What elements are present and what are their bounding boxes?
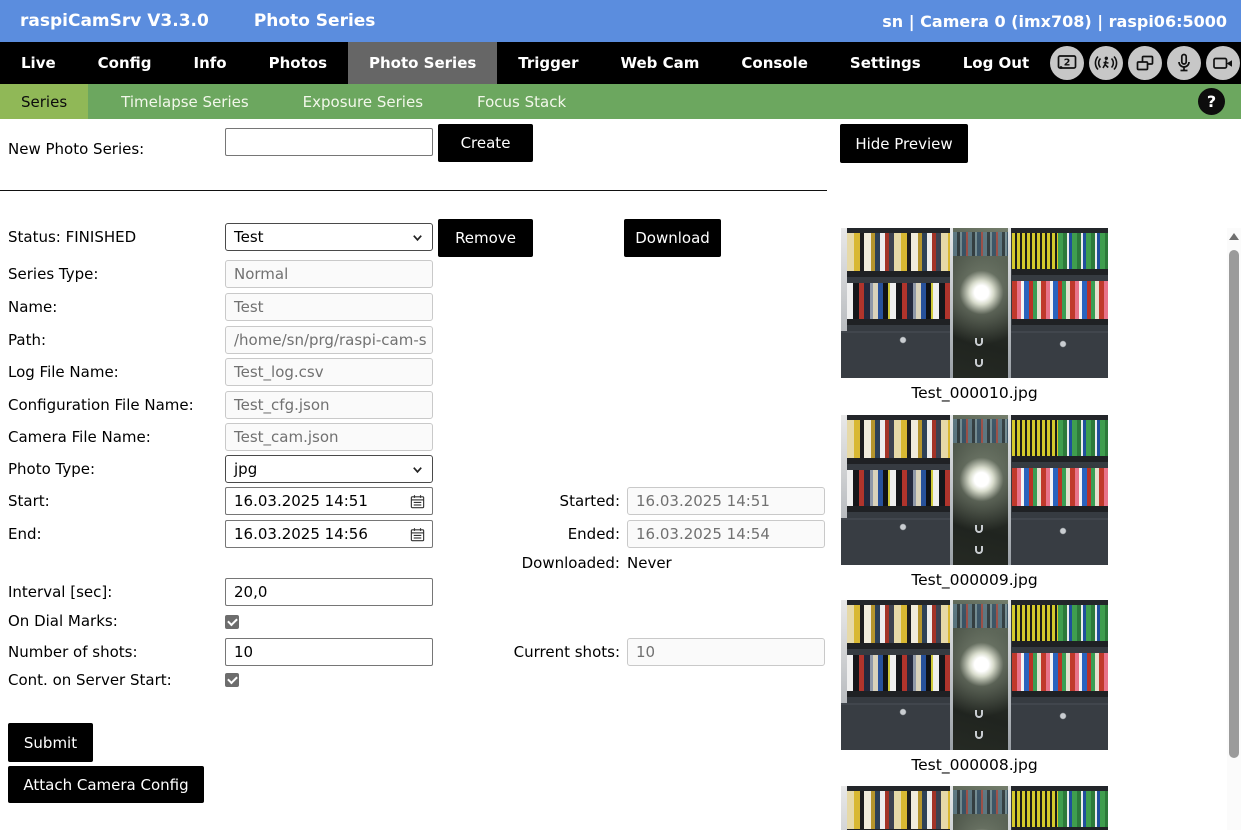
download-button[interactable]: Download (624, 219, 721, 257)
photo-caption: Test_000010.jpg (841, 384, 1108, 404)
ended-label: Ended: (440, 520, 620, 548)
subnav-item-exposure-series[interactable]: Exposure Series (282, 84, 444, 119)
nav-item-settings[interactable]: Settings (829, 42, 942, 84)
start-label: Start: (8, 487, 50, 515)
submit-button[interactable]: Submit (8, 723, 93, 762)
end-datetime-input[interactable]: 16.03.2025 14:56 (225, 520, 433, 548)
end-label: End: (8, 520, 42, 548)
chevron-down-icon (411, 463, 424, 476)
remove-button[interactable]: Remove (438, 219, 533, 257)
app-header: raspiCamSrv V3.3.0 Photo Series sn | Cam… (0, 0, 1241, 42)
preview-photo (841, 415, 1108, 565)
nav-item-photo-series[interactable]: Photo Series (348, 42, 497, 84)
number-of-shots-label: Number of shots: (8, 638, 138, 666)
session-info: sn | Camera 0 (imx708) | raspi06:5000 (882, 12, 1227, 31)
config-file-value: Test_cfg.json (225, 391, 433, 419)
downloaded-value: Never (627, 549, 672, 577)
microphone-icon[interactable] (1167, 46, 1201, 80)
path-value: /home/sn/prg/raspi-cam-s (225, 326, 433, 354)
end-datetime-value: 16.03.2025 14:56 (234, 525, 368, 543)
cont-on-server-start-label: Cont. on Server Start: (8, 666, 172, 694)
start-datetime-value: 16.03.2025 14:51 (234, 492, 368, 510)
log-file-label: Log File Name: (8, 358, 119, 386)
nav-item-photos[interactable]: Photos (248, 42, 348, 84)
calendar-icon[interactable] (409, 526, 426, 543)
divider (0, 190, 827, 191)
photo-type-label: Photo Type: (8, 455, 95, 483)
nav-item-info[interactable]: Info (173, 42, 248, 84)
preview-photo (841, 786, 1108, 830)
nav-item-console[interactable]: Console (720, 42, 829, 84)
camera-file-label: Camera File Name: (8, 423, 151, 451)
series-select-value: Test (234, 228, 264, 246)
downloaded-label: Downloaded: (440, 549, 620, 577)
name-label: Name: (8, 293, 57, 321)
nav-item-live[interactable]: Live (0, 42, 77, 84)
started-label: Started: (440, 487, 620, 515)
main-nav: Live Config Info Photos Photo Series Tri… (0, 42, 1241, 84)
series-select[interactable]: Test (225, 223, 433, 251)
app-title: raspiCamSrv V3.3.0 (20, 11, 209, 31)
nav-item-trigger[interactable]: Trigger (497, 42, 599, 84)
interval-input[interactable] (225, 578, 433, 606)
new-photo-series-label: New Photo Series: (8, 135, 144, 163)
log-file-value: Test_log.csv (225, 358, 433, 386)
name-value: Test (225, 293, 433, 321)
config-file-label: Configuration File Name: (8, 391, 194, 419)
series-subnav: Series Timelapse Series Exposure Series … (0, 84, 1241, 119)
help-button[interactable]: ? (1198, 88, 1225, 115)
preview-photo (841, 228, 1108, 378)
svg-text:2: 2 (1064, 58, 1071, 69)
subnav-item-focus-stack[interactable]: Focus Stack (456, 84, 587, 119)
motion-detection-icon[interactable] (1089, 46, 1123, 80)
camera-file-value: Test_cam.json (225, 423, 433, 451)
number-of-shots-input[interactable] (225, 638, 433, 666)
attach-camera-config-button[interactable]: Attach Camera Config (8, 766, 204, 803)
nav-icon-group: 2 (1050, 42, 1241, 84)
hide-preview-button[interactable]: Hide Preview (840, 124, 968, 163)
status-label: Status: FINISHED (8, 223, 136, 251)
on-dial-marks-label: On Dial Marks: (8, 607, 118, 635)
nav-item-config[interactable]: Config (77, 42, 173, 84)
interval-label: Interval [sec]: (8, 578, 112, 606)
photo-caption: Test_000009.jpg (841, 571, 1108, 591)
second-display-icon[interactable]: 2 (1050, 46, 1084, 80)
preview-photo (841, 600, 1108, 750)
path-label: Path: (8, 326, 46, 354)
current-shots-label: Current shots: (440, 638, 620, 666)
photo-caption: Test_000008.jpg (841, 756, 1108, 776)
scrollbar-up-arrow-icon[interactable] (1229, 233, 1239, 240)
calendar-icon[interactable] (409, 493, 426, 510)
cont-on-server-start-checkbox[interactable] (225, 673, 239, 687)
nav-item-log-out[interactable]: Log Out (942, 42, 1050, 84)
on-dial-marks-checkbox[interactable] (225, 615, 239, 629)
photo-series-content: New Photo Series: Create Hide Preview St… (0, 119, 1241, 830)
series-type-label: Series Type: (8, 260, 98, 288)
create-button[interactable]: Create (438, 124, 533, 162)
page-title: Photo Series (254, 11, 376, 31)
video-camera-icon[interactable] (1206, 46, 1240, 80)
scrollbar-thumb[interactable] (1229, 250, 1239, 758)
series-type-value: Normal (225, 260, 433, 288)
subnav-item-series[interactable]: Series (0, 84, 88, 119)
nav-item-web-cam[interactable]: Web Cam (599, 42, 720, 84)
started-value: 16.03.2025 14:51 (627, 487, 825, 515)
chevron-down-icon (411, 231, 424, 244)
preview-scrollbar[interactable] (1227, 228, 1241, 830)
new-photo-series-input[interactable] (225, 128, 433, 156)
photo-type-select[interactable]: jpg (225, 455, 433, 483)
photo-type-value: jpg (234, 460, 257, 478)
subnav-item-timelapse-series[interactable]: Timelapse Series (100, 84, 270, 119)
start-datetime-input[interactable]: 16.03.2025 14:51 (225, 487, 433, 515)
photo-series-icon[interactable] (1128, 46, 1162, 80)
ended-value: 16.03.2025 14:54 (627, 520, 825, 548)
current-shots-value: 10 (627, 638, 825, 666)
